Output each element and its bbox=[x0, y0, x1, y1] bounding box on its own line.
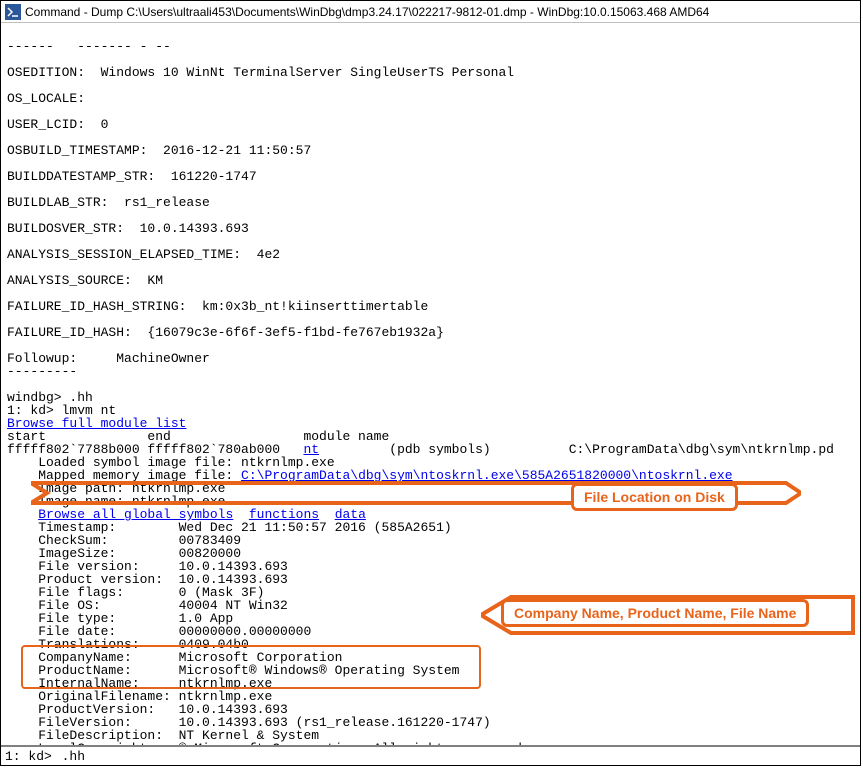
output-line: BUILDDATESTAMP_STR: 161220-1747 bbox=[7, 169, 257, 184]
output-line: LegalCopyright: © Microsoft Corporation.… bbox=[7, 741, 530, 745]
output-line: --------- bbox=[7, 364, 77, 379]
link-mapped-file[interactable]: C:\ProgramData\dbg\sym\ntoskrnl.exe\585A… bbox=[241, 468, 732, 483]
output-line: USER_LCID: 0 bbox=[7, 117, 108, 132]
output-line: FAILURE_ID_HASH_STRING: km:0x3b_nt!kiins… bbox=[7, 299, 428, 314]
output-line: OSEDITION: Windows 10 WinNt TerminalServ… bbox=[7, 65, 514, 80]
callout-company-label: Company Name, Product Name, File Name bbox=[501, 599, 809, 627]
output-line: ANALYSIS_SOURCE: KM bbox=[7, 273, 163, 288]
output-line: ------ ------- - -- bbox=[7, 39, 171, 54]
window-title: Command - Dump C:\Users\ultraali453\Docu… bbox=[25, 5, 709, 19]
callout-company-arrow bbox=[481, 593, 860, 637]
titlebar[interactable]: Command - Dump C:\Users\ultraali453\Docu… bbox=[1, 1, 860, 23]
command-input[interactable] bbox=[60, 749, 856, 764]
callout-file-location-label: File Location on Disk bbox=[571, 483, 738, 511]
output-line: ANALYSIS_SESSION_ELAPSED_TIME: 4e2 bbox=[7, 247, 280, 262]
command-output[interactable]: ------ ------- - -- OSEDITION: Windows 1… bbox=[1, 23, 860, 745]
command-input-bar: 1: kd> bbox=[1, 745, 860, 765]
kd-prompt: 1: kd> bbox=[5, 749, 60, 764]
output-line: BUILDLAB_STR: rs1_release bbox=[7, 195, 210, 210]
output-line: BUILDOSVER_STR: 10.0.14393.693 bbox=[7, 221, 249, 236]
windbg-command-window: Command - Dump C:\Users\ultraali453\Docu… bbox=[0, 0, 861, 766]
output-span: (pdb symbols) C:\ProgramData\dbg\sym\ntk… bbox=[319, 442, 834, 457]
app-prompt-icon bbox=[5, 4, 21, 20]
output-line: OSBUILD_TIMESTAMP: 2016-12-21 11:50:57 bbox=[7, 143, 311, 158]
output-line: OS_LOCALE: bbox=[7, 91, 85, 106]
output-line: FAILURE_ID_HASH: {16079c3e-6f6f-3ef5-f1b… bbox=[7, 325, 444, 340]
